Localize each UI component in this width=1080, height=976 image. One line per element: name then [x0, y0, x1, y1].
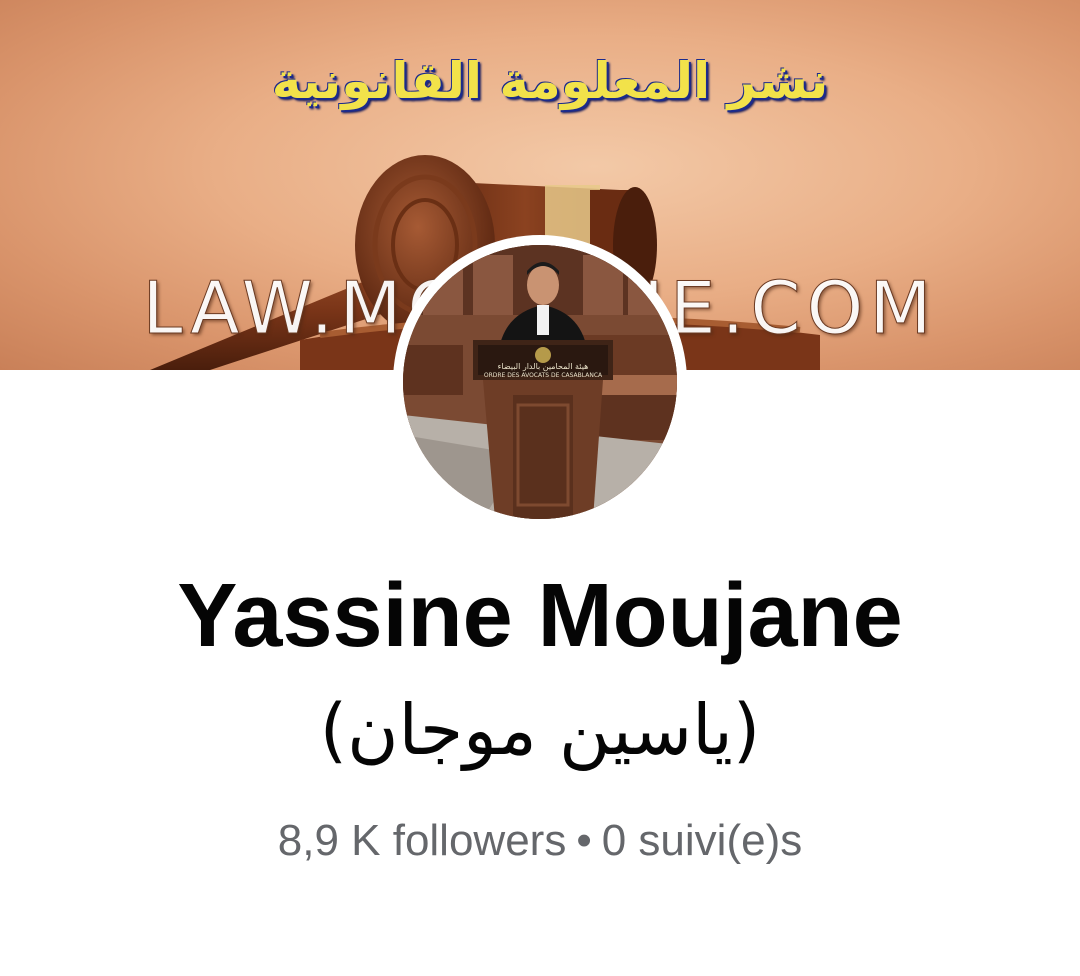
- profile-alternate-name: (ياسين موجان): [319, 689, 761, 771]
- cover-title: نشر المعلومة القانونية: [271, 52, 829, 110]
- podium-text-latin: ORDRE DES AVOCATS DE CASABLANCA: [484, 372, 603, 379]
- followers-link[interactable]: 8,9 K followers: [278, 816, 567, 865]
- profile-stats: 8,9 K followers • 0 suivi(e)s: [0, 815, 1080, 868]
- profile-name: Yassine Moujane: [177, 566, 903, 666]
- podium-text-arabic: هيئة المحامين بالدار البيضاء: [498, 362, 589, 371]
- profile-page: نشر المعلومة القانونية LAW.MOUJANE.COM: [0, 0, 1080, 976]
- following-link[interactable]: 0 suivi(e)s: [602, 816, 803, 865]
- avatar-photo: هيئة المحامين بالدار البيضاء ORDRE DES A…: [403, 245, 677, 519]
- profile-picture[interactable]: هيئة المحامين بالدار البيضاء ORDRE DES A…: [393, 235, 687, 529]
- stats-separator: •: [576, 816, 592, 865]
- avatar: هيئة المحامين بالدار البيضاء ORDRE DES A…: [403, 245, 677, 519]
